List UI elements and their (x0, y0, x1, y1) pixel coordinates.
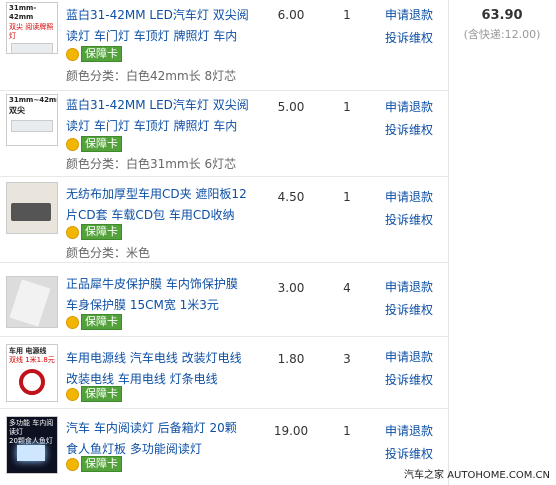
shipping-fee: (含快递:12.00) (463, 28, 541, 41)
unit-price: 3.00 (277, 281, 305, 295)
led-bulb-image (11, 120, 53, 132)
unit-price: 6.00 (277, 8, 305, 22)
product-title[interactable]: 汽车 车内阅读灯 后备箱灯 20颗 食人鱼灯板 多功能阅读灯 (66, 418, 242, 460)
thumbnail-caption: 双尖 阅读牌照灯 (9, 23, 54, 40)
thumbnail-caption: 31mm~42mm (9, 96, 57, 104)
thumbnail-caption: 多功能 车内阅读灯 (9, 419, 54, 436)
refund-link[interactable]: 申请退款 (385, 420, 433, 443)
guarantee-badge[interactable]: 保障卡 (66, 386, 122, 402)
flower-icon (66, 315, 79, 329)
complain-link[interactable]: 投诉维权 (385, 369, 433, 392)
product-title[interactable]: 车用电源线 汽车电线 改装灯电线 改装电线 车用电线 灯条电线 (66, 348, 242, 390)
refund-link[interactable]: 申请退款 (385, 276, 433, 299)
guarantee-badge[interactable]: 保障卡 (66, 136, 122, 152)
complain-link[interactable]: 投诉维权 (385, 27, 433, 50)
guarantee-badge[interactable]: 保障卡 (66, 224, 122, 240)
quantity: 3 (343, 352, 351, 366)
column-divider (448, 0, 449, 485)
unit-price: 1.80 (277, 352, 305, 366)
cable-coil-image (19, 369, 45, 395)
flower-icon (66, 225, 79, 239)
quantity: 1 (343, 424, 351, 438)
complain-link[interactable]: 投诉维权 (385, 443, 433, 466)
order-item: 正品犀牛皮保护膜 车内饰保护膜 车身保护膜 15CM宽 1米3元 保障卡 3.00… (0, 262, 448, 337)
order-table: 31mm-42mm 双尖 阅读牌照灯 蓝白31-42MM LED汽车灯 双尖阅读… (0, 0, 556, 485)
refund-link[interactable]: 申请退款 (385, 346, 433, 369)
product-thumbnail[interactable] (6, 182, 58, 234)
led-bulb-image (11, 43, 53, 53)
product-title[interactable]: 蓝白31-42MM LED汽车灯 双尖阅 读灯 车门灯 车顶灯 牌照灯 车内 (66, 95, 249, 137)
product-variant: 颜色分类：白色42mm长 8灯芯 (66, 69, 237, 83)
unit-price: 5.00 (277, 100, 305, 114)
cd-holder-image (11, 203, 51, 221)
thumbnail-caption: 31mm-42mm (9, 4, 37, 21)
guarantee-badge[interactable]: 保障卡 (66, 46, 122, 62)
thumbnail-caption: 车用 电源线 (9, 347, 47, 355)
complain-link[interactable]: 投诉维权 (385, 119, 433, 142)
guarantee-badge[interactable]: 保障卡 (66, 314, 122, 330)
product-thumbnail[interactable]: 车用 电源线 双线 1米1.8元 (6, 344, 58, 402)
refund-link[interactable]: 申请退款 (385, 96, 433, 119)
order-item: 车用 电源线 双线 1米1.8元 车用电源线 汽车电线 改装灯电线 改装电线 车用… (0, 336, 448, 409)
flower-icon (66, 387, 79, 401)
order-total: 63.90 (含快递:12.00) (448, 0, 556, 42)
product-title[interactable]: 无纺布加厚型车用CD夹 遮阳板12 片CD套 车载CD包 车用CD收纳 (66, 184, 247, 226)
order-item: 多功能 车内阅读灯 20颗食人鱼灯 汽车 车内阅读灯 后备箱灯 20颗 食人鱼灯板… (0, 408, 448, 485)
product-variant: 颜色分类：米色 (66, 246, 151, 260)
order-item: 无纺布加厚型车用CD夹 遮阳板12 片CD套 车载CD包 车用CD收纳 保障卡 颜… (0, 176, 448, 263)
product-thumbnail[interactable] (6, 276, 58, 328)
complain-link[interactable]: 投诉维权 (385, 209, 433, 232)
unit-price: 4.50 (277, 190, 305, 204)
flower-icon (66, 137, 79, 151)
flower-icon (66, 457, 79, 471)
order-item: 31mm~42mm 双尖 蓝白31-42MM LED汽车灯 双尖阅读灯 车门灯 … (0, 90, 448, 177)
quantity: 4 (343, 281, 351, 295)
product-thumbnail[interactable]: 31mm~42mm 双尖 (6, 94, 58, 146)
led-panel-image (17, 445, 45, 461)
unit-price: 19.00 (273, 424, 309, 438)
watermark: 汽车之家 AUTOHOME.COM.CN (404, 470, 550, 481)
total-amount: 63.90 (481, 8, 523, 23)
refund-link[interactable]: 申请退款 (385, 4, 433, 27)
product-title[interactable]: 正品犀牛皮保护膜 车内饰保护膜 车身保护膜 15CM宽 1米3元 (66, 274, 242, 316)
refund-link[interactable]: 申请退款 (385, 186, 433, 209)
flower-icon (66, 47, 79, 61)
quantity: 1 (343, 100, 351, 114)
product-thumbnail[interactable]: 多功能 车内阅读灯 20颗食人鱼灯 (6, 416, 58, 474)
quantity: 1 (343, 8, 351, 22)
product-title[interactable]: 蓝白31-42MM LED汽车灯 双尖阅 读灯 车门灯 车顶灯 牌照灯 车内 (66, 5, 249, 47)
product-thumbnail[interactable]: 31mm-42mm 双尖 阅读牌照灯 (6, 2, 58, 54)
quantity: 1 (343, 190, 351, 204)
complain-link[interactable]: 投诉维权 (385, 299, 433, 322)
guarantee-badge[interactable]: 保障卡 (66, 456, 122, 472)
protective-film-image (9, 279, 51, 327)
thumbnail-caption: 双尖 (9, 106, 25, 115)
product-variant: 颜色分类：白色31mm长 6灯芯 (66, 157, 237, 171)
order-item: 31mm-42mm 双尖 阅读牌照灯 蓝白31-42MM LED汽车灯 双尖阅读… (0, 0, 448, 91)
thumbnail-caption: 双线 1米1.8元 (9, 356, 55, 364)
